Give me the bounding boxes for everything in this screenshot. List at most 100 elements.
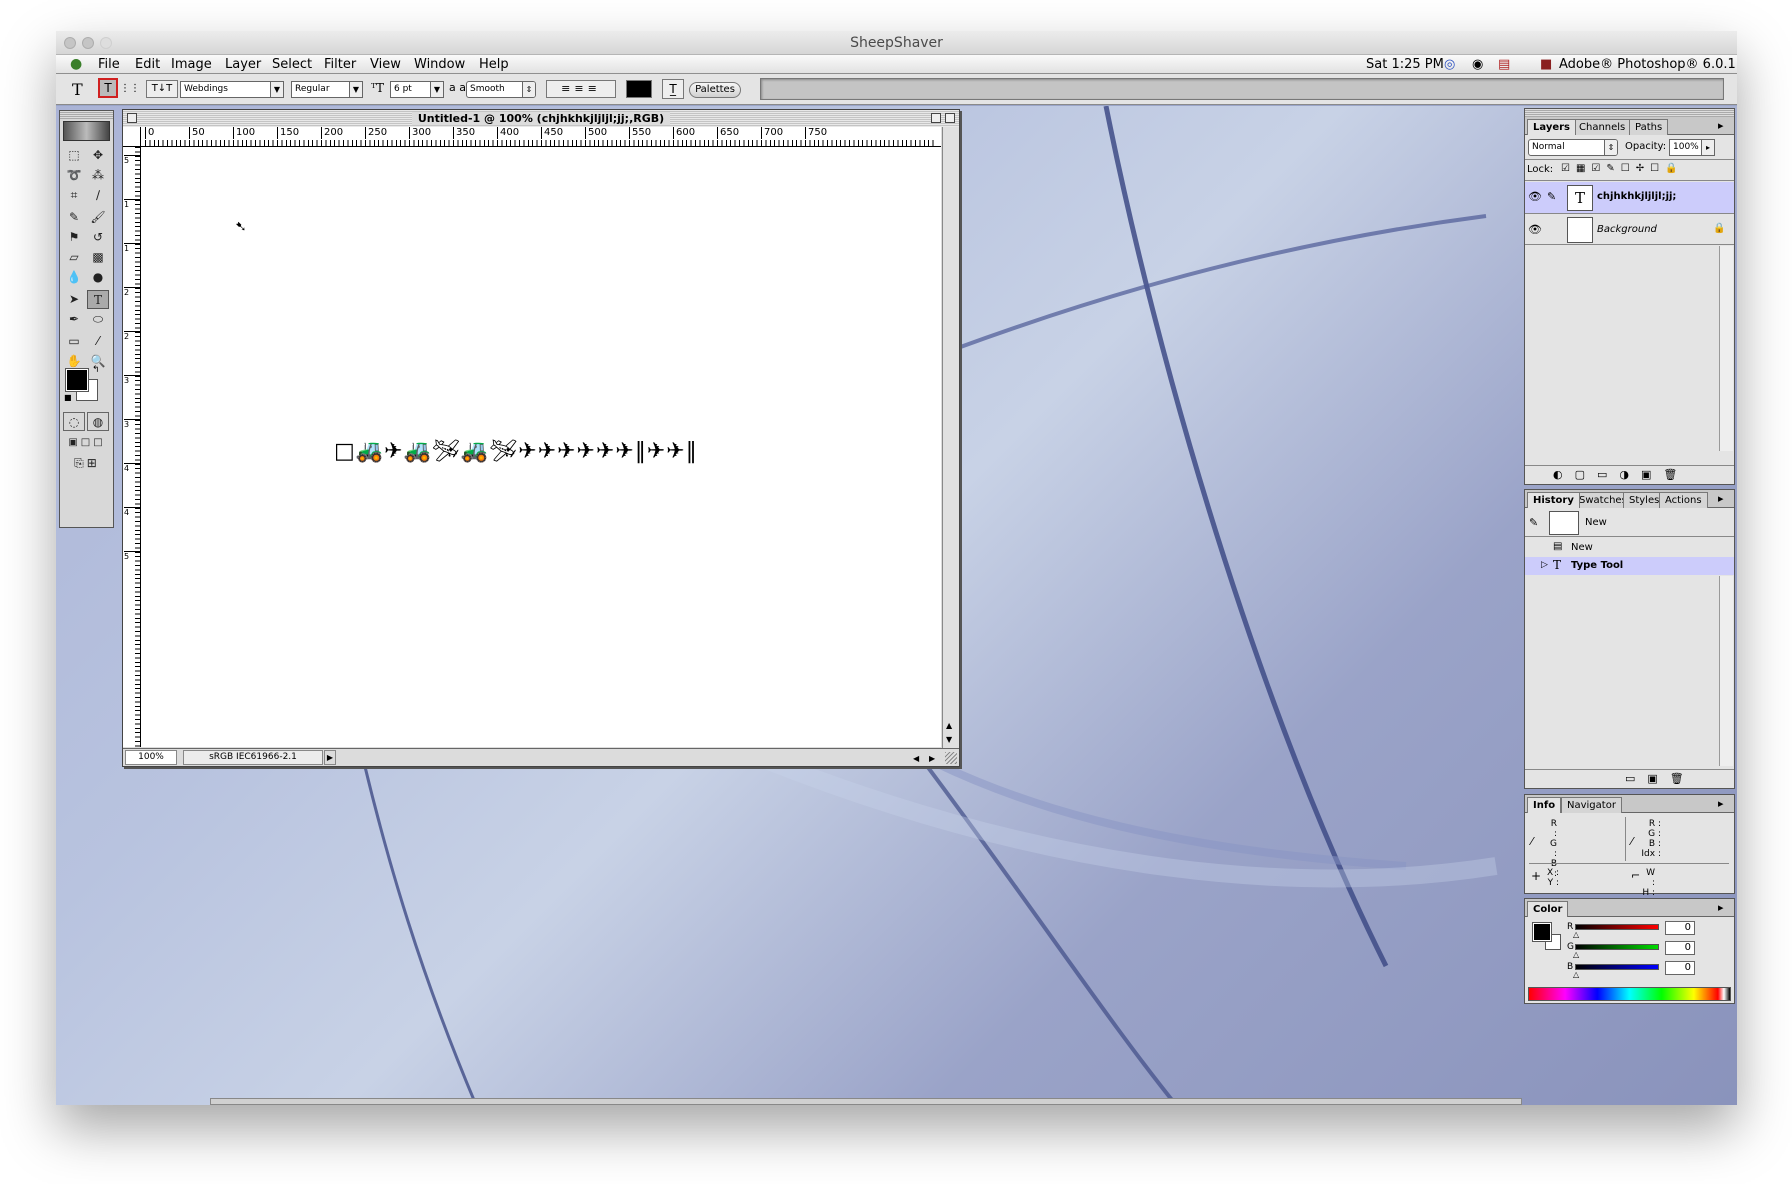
text-color-swatch[interactable] (626, 80, 652, 98)
quick-mask-icon[interactable]: ◍ (87, 412, 109, 431)
menu-view[interactable]: View (370, 55, 401, 74)
align-buttons[interactable]: ≡≡≡ (546, 80, 616, 98)
slider-handle-icon[interactable]: △ (1573, 930, 1579, 939)
resize-grip-icon[interactable] (945, 752, 957, 764)
tab-navigator[interactable]: Navigator (1561, 797, 1622, 813)
standard-mode-icon[interactable]: ◌ (63, 412, 85, 431)
blue-slider[interactable] (1575, 964, 1659, 970)
scroll-up-icon[interactable]: ▲ (946, 721, 952, 730)
screen-mode-icons[interactable]: ▣□□ (63, 433, 111, 452)
history-footer-buttons[interactable]: ▭▣🗑 (1525, 769, 1734, 788)
scroll-right-icon[interactable]: ▶ (929, 750, 935, 767)
menu-file[interactable]: File (98, 55, 120, 74)
status-menu-arrow-icon[interactable]: ▶ (324, 750, 336, 765)
clone-stamp-icon[interactable]: ⚑ (63, 228, 85, 247)
history-scrollbar[interactable] (1719, 576, 1733, 766)
webdings-text-layer[interactable]: □🚜✈🚜🛩🚜🛩✈✈✈✈✈✈‖✈✈‖ (334, 440, 698, 464)
panel-menu-icon[interactable]: ▸ (1718, 119, 1724, 132)
eye-icon[interactable]: 👁 (1528, 223, 1542, 236)
opacity-field[interactable]: 100% ▸ (1669, 139, 1715, 156)
font-family-dropdown[interactable]: Webdings ▼ (180, 81, 284, 98)
history-step[interactable]: ▷ T Type Tool (1525, 557, 1734, 575)
menubar-clock[interactable]: Sat 1:25 PM (1366, 55, 1444, 74)
document-titlebar[interactable]: Untitled-1 @ 100% (chjhkhkjljljl;jj;,RGB… (123, 110, 959, 127)
magic-wand-tool-icon[interactable]: ⁂ (87, 166, 109, 185)
document-collapse-icon[interactable] (945, 113, 955, 123)
font-size-dropdown[interactable]: 6 pt ▼ (390, 81, 444, 98)
history-snapshot-row[interactable]: ✎ New (1525, 509, 1734, 537)
blur-tool-icon[interactable]: 💧 (63, 268, 85, 287)
history-brush-source-icon[interactable]: ✎ (1529, 516, 1538, 529)
menu-select[interactable]: Select (272, 55, 312, 74)
eraser-tool-icon[interactable]: ▱ (63, 248, 85, 267)
layer-row[interactable]: 👁 Background 🔒 (1525, 215, 1734, 245)
document-canvas[interactable]: □🚜✈🚜🛩🚜🛩✈✈✈✈✈✈‖✈✈‖ ➷ (141, 147, 941, 747)
vertical-scrollbar[interactable]: ▲ ▼ (942, 127, 959, 748)
lock-options-icons[interactable]: ☑▦☑✎☐✢☐🔒 (1561, 163, 1684, 174)
document-close-icon[interactable] (127, 113, 137, 123)
tab-layers[interactable]: Layers (1527, 119, 1576, 135)
sherlock-icon[interactable]: ◎ (1444, 55, 1455, 74)
panel-menu-icon[interactable]: ▸ (1718, 492, 1724, 505)
slice-tool-icon[interactable]: ∕ (87, 186, 109, 205)
selection-arrow-icon[interactable]: ➤ (63, 290, 85, 309)
apple-menu-icon[interactable]: ● (70, 55, 82, 74)
font-style-dropdown[interactable]: Regular ▼ (291, 81, 363, 98)
panel-menu-icon[interactable]: ▸ (1718, 797, 1724, 810)
menu-layer[interactable]: Layer (225, 55, 261, 74)
layer-name[interactable]: Background (1597, 224, 1657, 235)
minimize-button[interactable] (82, 37, 94, 49)
app-menu-label[interactable]: Adobe® Photoshop® 6.0.1 (1559, 55, 1736, 74)
document-zoom-icon[interactable] (931, 113, 941, 123)
menu-help[interactable]: Help (479, 55, 509, 74)
tab-color[interactable]: Color (1527, 901, 1569, 917)
scroll-down-icon[interactable]: ▼ (946, 735, 952, 744)
close-button[interactable] (64, 37, 76, 49)
menu-window[interactable]: Window (414, 55, 465, 74)
layer-row[interactable]: 👁 ✎ T chjhkhkjljljl;jj; (1525, 182, 1734, 214)
tab-actions[interactable]: Actions (1659, 492, 1708, 508)
eyedropper-tool-icon[interactable]: ⁄ (87, 332, 109, 351)
color-foreground-swatch[interactable] (1532, 922, 1552, 942)
color-ramp[interactable] (1528, 987, 1731, 1001)
crop-tool-icon[interactable]: ⌗ (63, 186, 85, 205)
blue-value-field[interactable]: 0 (1665, 961, 1695, 975)
swap-colors-icon[interactable]: ↰ (92, 365, 100, 375)
horizontal-ruler[interactable]: 0 50 100 150 200 250 300 350 400 450 500 550 600 650 7… (141, 127, 941, 147)
history-state-slider-icon[interactable]: ▷ (1541, 560, 1548, 570)
text-orientation-icon[interactable]: T↓T (146, 80, 178, 98)
lasso-tool-icon[interactable]: ➰ (63, 166, 85, 185)
palettes-button[interactable]: Palettes (689, 82, 741, 98)
menu-image[interactable]: Image (171, 55, 212, 74)
layers-scrollbar[interactable] (1719, 246, 1733, 451)
toolbox-titlebar[interactable] (60, 111, 113, 119)
jump-to-imageready-icon[interactable]: ⎘⊞ (63, 454, 111, 473)
layer-name[interactable]: chjhkhkjljljl;jj; (1597, 191, 1676, 202)
palette-well[interactable] (760, 78, 1724, 100)
red-slider[interactable] (1575, 924, 1659, 930)
marquee-tool-icon[interactable]: ⬚ (63, 146, 85, 165)
warp-text-icon[interactable]: T̲ (662, 79, 684, 99)
default-colors-icon[interactable]: ■ (64, 393, 72, 402)
ruler-origin[interactable] (123, 127, 141, 147)
foreground-color-swatch[interactable] (65, 368, 89, 392)
network-icon[interactable]: ◉ (1472, 55, 1483, 74)
healing-brush-icon[interactable]: ✎ (63, 208, 85, 227)
tab-channels[interactable]: Channels (1573, 119, 1632, 135)
history-brush-icon[interactable]: ↺ (87, 228, 109, 247)
menu-edit[interactable]: Edit (135, 55, 160, 74)
window-titlebar[interactable]: SheepShaver (56, 31, 1737, 55)
zoom-field[interactable]: 100% (125, 750, 177, 765)
zoom-button[interactable] (100, 37, 112, 49)
green-value-field[interactable]: 0 (1665, 941, 1695, 955)
antialias-dropdown[interactable]: Smooth ⇕ (466, 81, 536, 98)
slider-handle-icon[interactable]: △ (1573, 950, 1579, 959)
app-menu-icon[interactable]: ■ (1540, 55, 1552, 74)
type-layer-mode-icon[interactable]: T (98, 78, 118, 98)
tab-history[interactable]: History (1527, 492, 1580, 508)
type-mask-mode-icon[interactable]: ⋮⋮ (120, 80, 140, 98)
move-tool-icon[interactable]: ✥ (87, 146, 109, 165)
tab-info[interactable]: Info (1527, 797, 1562, 813)
scroll-left-icon[interactable]: ◀ (913, 750, 919, 767)
notes-tool-icon[interactable]: ▭ (63, 332, 85, 351)
